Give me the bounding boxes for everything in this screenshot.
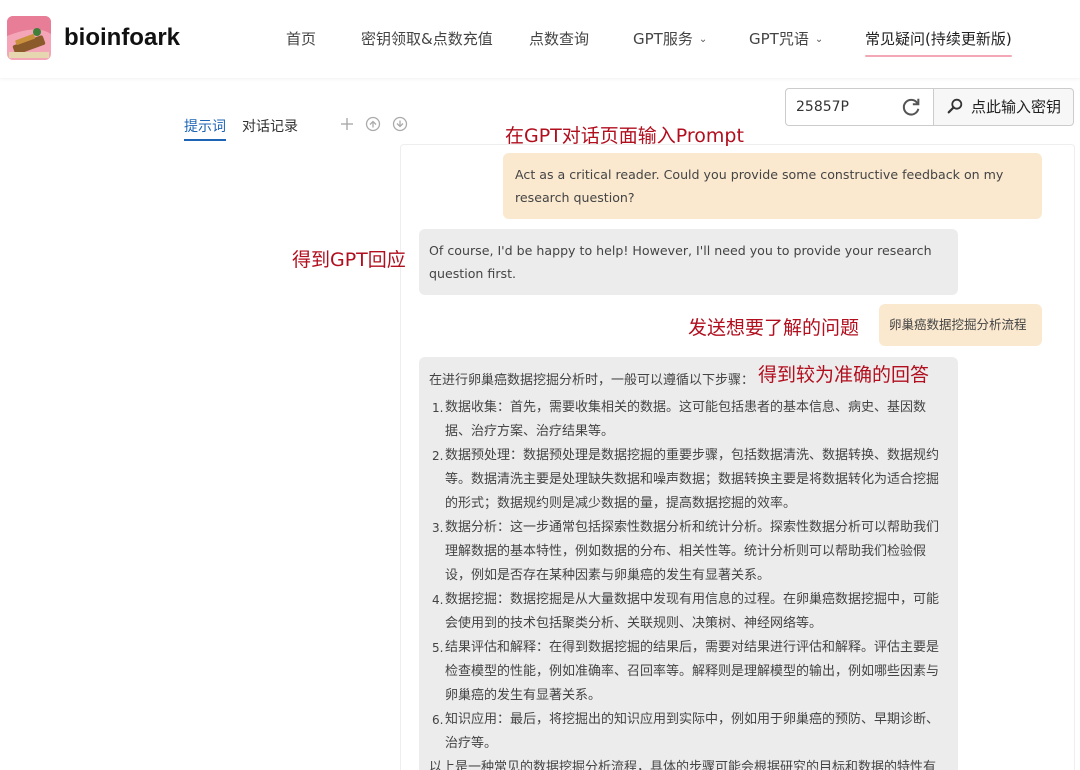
nav-label: 常见疑问(持续更新版) [865, 30, 1012, 48]
step-text: 数据预处理：数据预处理是数据挖掘的重要步骤，包括数据清洗、数据转换、数据规约等。… [445, 448, 940, 511]
enter-key-button[interactable]: 点此输入密钥 [933, 88, 1074, 126]
answer-intro-text: 在进行卵巢癌数据挖掘分析时，一般可以遵循以下步骤： [429, 373, 755, 388]
step-number: 6. [432, 713, 444, 727]
list-item: 6. 知识应用：最后，将挖掘出的知识应用到实际中，例如用于卵巢癌的预防、早期诊断、… [429, 708, 948, 756]
step-number: 3. [432, 521, 444, 535]
step-number: 4. [432, 593, 444, 607]
tab-label: 提示词 [184, 119, 226, 135]
step-text: 知识应用：最后，将挖掘出的知识应用到实际中，例如用于卵巢癌的预防、早期诊断、治疗… [445, 712, 940, 751]
user-message-2: 卵巢癌数据挖掘分析流程 [879, 304, 1042, 346]
refresh-icon[interactable] [900, 96, 922, 118]
step-number: 2. [432, 449, 444, 463]
arrow-down-circle-icon[interactable] [392, 116, 408, 132]
site-logo[interactable] [7, 16, 51, 60]
answer-outro: 以上是一种常见的数据挖掘分析流程，具体的步骤可能会根据研究的目标和数据的特性有 [429, 760, 937, 770]
list-item: 5. 结果评估和解释：在得到数据挖掘的结果后，需要对结果进行评估和解释。评估主要是… [429, 636, 948, 708]
bot-message-1: Of course, I'd be happy to help! However… [419, 229, 958, 295]
tab-prompts[interactable]: 提示词 [184, 116, 226, 141]
user-message-1: Act as a critical reader. Could you prov… [503, 153, 1042, 219]
search-icon [947, 98, 963, 114]
nav-label: 密钥领取&点数充值 [361, 30, 493, 48]
nav-home[interactable]: 首页 [286, 28, 316, 49]
nav-label: GPT服务 [633, 30, 693, 48]
step-text: 数据收集：首先，需要收集相关的数据。这可能包括患者的基本信息、病史、基因数据、治… [445, 400, 927, 439]
nav-label: 点数查询 [529, 30, 590, 48]
step-text: 结果评估和解释：在得到数据挖掘的结果后，需要对结果进行评估和解释。评估主要是检查… [445, 640, 940, 703]
nav-gpt-spells[interactable]: GPT咒语 ⌄ [749, 28, 823, 49]
annotation-gpt-reply: 得到GPT回应 [292, 249, 406, 271]
list-item: 1. 数据收集：首先，需要收集相关的数据。这可能包括患者的基本信息、病史、基因数据… [429, 396, 948, 444]
annotation-accurate-answer: 得到较为准确的回答 [758, 364, 930, 386]
nav-label: GPT咒语 [749, 30, 809, 48]
annotation-prompt-input: 在GPT对话页面输入Prompt [505, 125, 744, 147]
enter-key-label: 点此输入密钥 [971, 98, 1062, 116]
nav-gpt-service[interactable]: GPT服务 ⌄ [633, 28, 707, 49]
step-number: 1. [432, 401, 444, 415]
arrow-up-circle-icon[interactable] [365, 116, 381, 132]
answer-intro: 在进行卵巢癌数据挖掘分析时，一般可以遵循以下步骤： 得到较为准确的回答 [429, 364, 948, 393]
step-text: 数据挖掘：数据挖掘是从大量数据中发现有用信息的过程。在卵巢癌数据挖掘中，可能会使… [445, 592, 940, 631]
plus-icon[interactable] [339, 116, 355, 132]
step-text: 数据分析：这一步通常包括探索性数据分析和统计分析。探索性数据分析可以帮助我们理解… [445, 520, 940, 583]
active-tab-underline [184, 139, 226, 141]
nav-points-query[interactable]: 点数查询 [529, 28, 589, 49]
tab-label: 对话记录 [242, 119, 298, 135]
nav-key-recharge[interactable]: 密钥领取&点数充值 [361, 28, 493, 49]
nav-faq[interactable]: 常见疑问(持续更新版) [865, 28, 1012, 57]
list-item: 4. 数据挖掘：数据挖掘是从大量数据中发现有用信息的过程。在卵巢癌数据挖掘中，可能… [429, 588, 948, 636]
active-nav-underline [865, 55, 1012, 57]
chevron-down-icon: ⌄ [814, 34, 824, 45]
annotation-send-question: 发送想要了解的问题 [688, 317, 860, 339]
brand-name[interactable]: bioinfoark [64, 24, 180, 52]
list-item: 2. 数据预处理：数据预处理是数据挖掘的重要步骤，包括数据清洗、数据转换、数据规约… [429, 444, 948, 516]
chevron-down-icon: ⌄ [698, 34, 708, 45]
top-navbar: bioinfoark 首页 密钥领取&点数充值 点数查询 GPT服务 ⌄ GPT咒… [0, 0, 1080, 78]
step-number: 5. [432, 641, 444, 655]
bot-answer: 在进行卵巢癌数据挖掘分析时，一般可以遵循以下步骤： 得到较为准确的回答 1. 数据收… [419, 357, 958, 770]
answer-steps: 1. 数据收集：首先，需要收集相关的数据。这可能包括患者的基本信息、病史、基因数据… [429, 396, 948, 756]
list-item: 3. 数据分析：这一步通常包括探索性数据分析和统计分析。探索性数据分析可以帮助我们… [429, 516, 948, 588]
nav-label: 首页 [286, 30, 317, 48]
tab-chat-history[interactable]: 对话记录 [242, 116, 298, 136]
